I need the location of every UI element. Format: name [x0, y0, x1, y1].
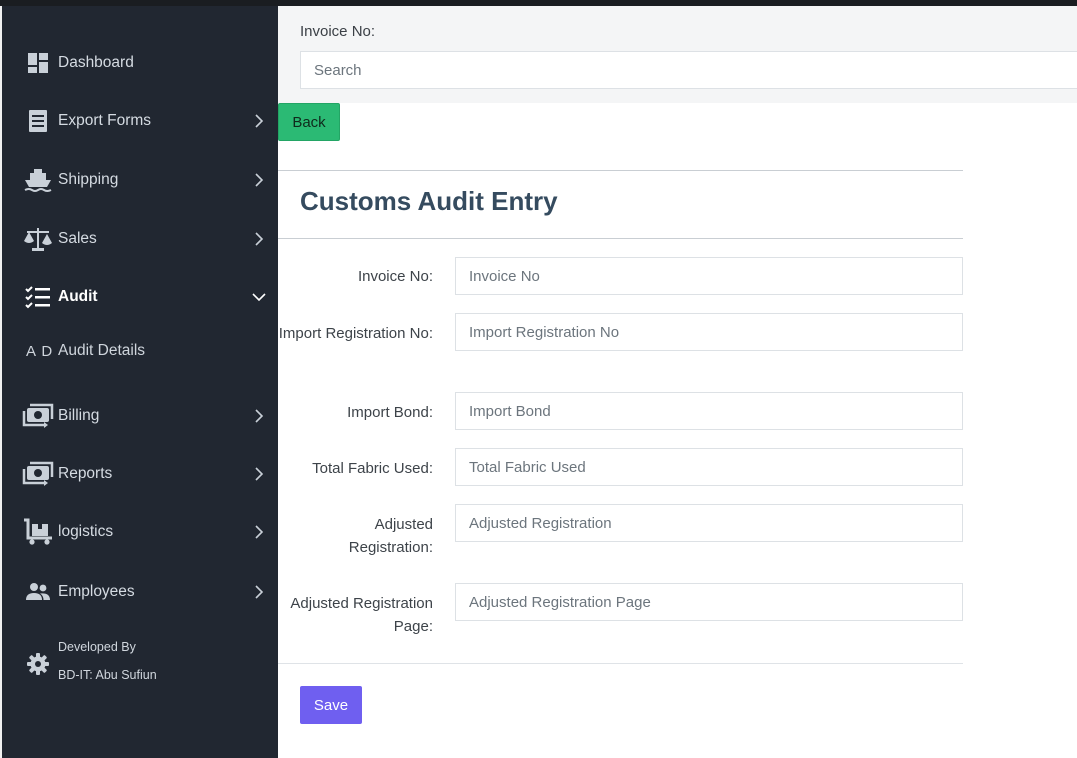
back-button[interactable]: Back: [278, 103, 340, 141]
invoice-no-field[interactable]: [455, 257, 963, 295]
chevron-right-icon: [252, 173, 266, 187]
save-button[interactable]: Save: [300, 686, 362, 724]
page-title: Customs Audit Entry: [300, 186, 558, 216]
sidebar-item-label: Shipping: [58, 171, 119, 188]
import-bond-label: Import Bond:: [347, 404, 433, 421]
import-registration-no-field[interactable]: [455, 313, 963, 351]
adjusted-registration-field[interactable]: [455, 504, 963, 542]
divider: [278, 170, 963, 171]
money-exchange-icon: [22, 401, 54, 431]
subitem-label: Audit Details: [58, 342, 146, 359]
checklist-icon: [22, 282, 54, 312]
chevron-right-icon: [252, 525, 266, 539]
import-bond-field[interactable]: [455, 392, 963, 430]
divider: [278, 663, 963, 664]
sidebar-item-label: Export Forms: [58, 112, 152, 129]
sidebar-item-shipping[interactable]: Shipping: [2, 160, 278, 200]
scale-icon: [22, 224, 54, 254]
developer-name: BD-IT: Abu Sufiun: [58, 668, 157, 682]
people-icon: [22, 577, 54, 607]
chevron-right-icon: [252, 114, 266, 128]
gear-icon: [26, 652, 50, 676]
sidebar-item-label: Employees: [58, 583, 135, 600]
import-registration-no-label: Import Registration No:: [278, 325, 433, 342]
search-label: Invoice No:: [300, 23, 376, 40]
developer-label: Developed By: [58, 640, 136, 654]
invoice-no-label: Invoice No:: [357, 268, 433, 285]
form-icon: [22, 106, 54, 136]
sidebar-item-label: logistics: [58, 523, 114, 540]
search-input[interactable]: [300, 51, 1077, 89]
sidebar-item-label: Reports: [58, 465, 113, 482]
sidebar-item-sales[interactable]: Sales: [2, 219, 278, 259]
divider: [278, 238, 963, 239]
chevron-right-icon: [252, 232, 266, 246]
chevron-down-icon: [252, 290, 266, 304]
sidebar-item-dashboard[interactable]: Dashboard: [2, 43, 278, 83]
sidebar-item-billing[interactable]: Billing: [2, 396, 278, 436]
developer-credit: Developed By BD-IT: Abu Sufiun: [2, 636, 278, 696]
sidebar-item-export-forms[interactable]: Export Forms: [2, 101, 278, 141]
ship-icon: [22, 165, 54, 195]
sidebar-item-label: Sales: [58, 230, 97, 247]
sidebar-item-label: Audit: [58, 288, 98, 305]
sidebar-item-label: Dashboard: [58, 54, 134, 71]
subitem-abbr: A D: [26, 342, 54, 360]
cart-icon: [22, 517, 54, 547]
money-exchange-icon: [22, 459, 54, 489]
sidebar-item-label: Billing: [58, 407, 100, 424]
sidebar: Dashboard Export Forms Shipping Sales Au…: [2, 6, 278, 758]
sidebar-item-audit[interactable]: Audit: [2, 277, 278, 317]
total-fabric-used-label: Total Fabric Used:: [312, 460, 433, 477]
adjusted-registration-page-label: Adjusted Registration Page:: [290, 595, 433, 635]
adjusted-registration-page-field[interactable]: [455, 583, 963, 621]
sidebar-item-logistics[interactable]: logistics: [2, 512, 278, 552]
sidebar-subitem-audit-details[interactable]: A D Audit Details: [2, 333, 278, 369]
sidebar-item-employees[interactable]: Employees: [2, 572, 278, 612]
adjusted-registration-label: Adjusted Registration:: [348, 516, 433, 556]
total-fabric-used-field[interactable]: [455, 448, 963, 486]
invoice-search-bar: Invoice No:: [278, 6, 1077, 103]
dashboard-icon: [22, 48, 54, 78]
sidebar-item-reports[interactable]: Reports: [2, 454, 278, 494]
